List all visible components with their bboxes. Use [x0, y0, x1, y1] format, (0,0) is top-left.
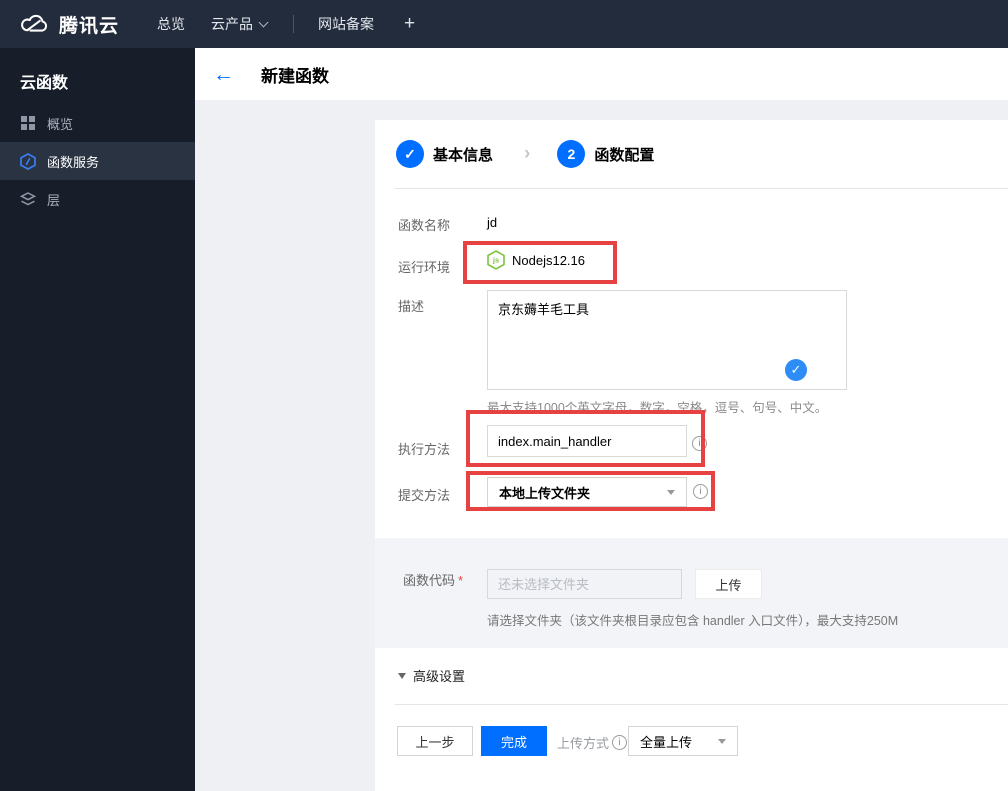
upload-button[interactable]: 上传 — [695, 569, 762, 599]
folder-path-input — [487, 569, 682, 599]
previous-step-button[interactable]: 上一步 — [397, 726, 473, 756]
page-header: ← 新建函数 — [195, 48, 1008, 100]
upload-mode-label: 上传方式 — [557, 733, 628, 752]
sidebar: 云函数 概览 函数服务 层 — [0, 48, 195, 791]
step-chevron-icon: › — [524, 143, 531, 164]
submit-method-info-icon[interactable] — [693, 484, 708, 499]
nav-products-label: 云产品 — [211, 16, 254, 32]
runtime-value-row: js Nodejs12.16 — [487, 250, 585, 270]
sidebar-item-function-service[interactable]: 函数服务 — [0, 142, 195, 180]
handler-info-icon[interactable] — [692, 436, 707, 451]
upload-mode-info-icon[interactable] — [612, 735, 628, 750]
layers-icon — [20, 191, 36, 207]
submit-method-select[interactable]: 本地上传文件夹 — [487, 477, 687, 507]
function-hexagon-icon — [20, 152, 36, 170]
upload-mode-value: 全量上传 — [640, 734, 693, 750]
sidebar-item-overview[interactable]: 概览 — [0, 104, 195, 142]
back-arrow-icon[interactable]: ← — [213, 64, 234, 85]
grid-icon — [20, 115, 36, 131]
step2-label: 函数配置 — [594, 146, 655, 164]
handler-input[interactable] — [487, 425, 687, 457]
tencent-cloud-logo[interactable]: 腾讯云 — [18, 11, 119, 38]
advanced-settings-toggle[interactable]: 高级设置 — [398, 666, 465, 685]
nav-add-button[interactable]: + — [404, 13, 415, 35]
caret-down-icon — [718, 739, 726, 744]
function-name-value: jd — [487, 215, 498, 230]
upload-mode-label-text: 上传方式 — [557, 736, 610, 751]
sidebar-item-label: 概览 — [47, 116, 74, 132]
submit-method-label: 提交方法 — [398, 488, 451, 503]
nav-beian[interactable]: 网站备案 — [318, 14, 374, 34]
finish-button[interactable]: 完成 — [481, 726, 547, 756]
nav-overview[interactable]: 总览 — [157, 14, 185, 34]
step1-label: 基本信息 — [433, 146, 494, 164]
create-function-card: ✓ 基本信息 › 2 函数配置 函数名称 jd 运行环境 js Nodejs12… — [375, 120, 1008, 791]
required-asterisk: * — [458, 573, 464, 588]
svg-text:js: js — [492, 256, 499, 265]
tencent-cloud-console: 腾讯云 总览 云产品 网站备案 + 云函数 概览 函数服务 层 ← 新建函数 ✓… — [0, 0, 1008, 791]
function-code-section — [375, 538, 1008, 648]
footer-divider — [395, 704, 1008, 705]
submit-method-value: 本地上传文件夹 — [499, 485, 591, 501]
advanced-settings-label: 高级设置 — [413, 669, 466, 684]
runtime-value: Nodejs12.16 — [512, 252, 585, 268]
runtime-label: 运行环境 — [398, 260, 451, 275]
chevron-down-icon — [258, 17, 269, 27]
function-code-label: 函数代码 * — [403, 570, 463, 589]
handler-label: 执行方法 — [398, 442, 451, 457]
function-code-hint: 请选择文件夹（该文件夹根目录应包含 handler 入口文件），最大支持250M — [487, 614, 899, 628]
upload-mode-select[interactable]: 全量上传 — [628, 726, 738, 756]
step2-number: 2 — [557, 140, 586, 168]
description-hint: 最大支持1000个英文字母，数字，空格，逗号、句号、中文。 — [487, 401, 828, 415]
triangle-down-icon — [398, 672, 406, 679]
step1-check-icon: ✓ — [396, 140, 424, 168]
topbar: 腾讯云 总览 云产品 网站备案 + — [0, 0, 1008, 48]
steps-divider — [395, 188, 1008, 189]
nav-divider — [293, 15, 295, 33]
description-label: 描述 — [398, 299, 425, 314]
sidebar-item-label: 函数服务 — [47, 154, 100, 170]
page-title: 新建函数 — [261, 66, 329, 86]
cloud-logo-icon — [21, 14, 48, 32]
description-field-wrap: 京东薅羊毛工具 ✓ — [487, 290, 847, 390]
sidebar-item-layers[interactable]: 层 — [0, 180, 195, 218]
caret-down-icon — [667, 490, 675, 495]
wizard-steps: ✓ 基本信息 › 2 函数配置 — [375, 120, 1008, 188]
function-code-label-text: 函数代码 — [403, 573, 456, 588]
sidebar-item-label: 层 — [47, 192, 61, 208]
brand-name: 腾讯云 — [59, 15, 120, 37]
nav-products[interactable]: 云产品 — [211, 14, 269, 34]
valid-check-icon: ✓ — [785, 359, 807, 381]
function-name-label: 函数名称 — [398, 218, 451, 233]
sidebar-title: 云函数 — [20, 75, 69, 92]
nodejs-icon: js — [487, 250, 505, 270]
